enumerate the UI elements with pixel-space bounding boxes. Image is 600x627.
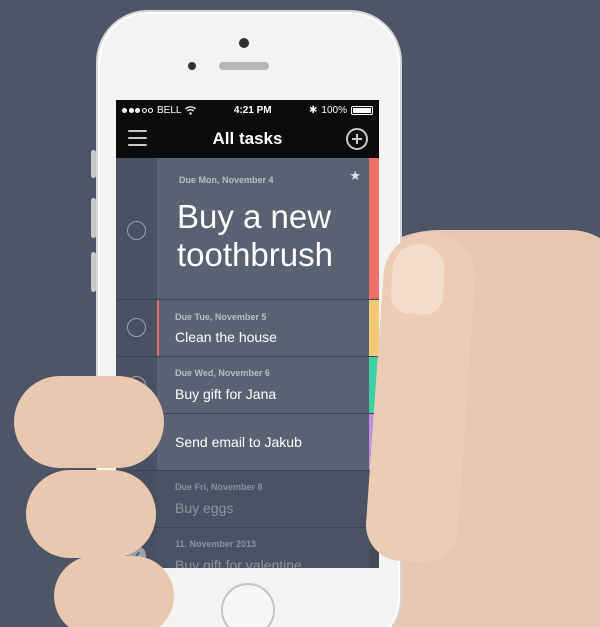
star-icon[interactable]: ★ xyxy=(349,168,361,184)
middle-finger xyxy=(26,470,156,558)
task-title: Buy a new toothbrush xyxy=(177,198,333,273)
task-due-date: Due Wed, November 6 xyxy=(175,368,270,378)
mute-switch xyxy=(91,150,96,178)
earpiece-speaker xyxy=(219,62,269,70)
wifi-icon xyxy=(185,105,197,115)
signal-icon xyxy=(122,107,153,113)
checkbox-circle[interactable] xyxy=(127,318,146,337)
thumb-nail xyxy=(389,242,447,316)
task-due-date: Due Fri, November 8 xyxy=(175,482,263,492)
phone-screen: BELL 4:21 PM ✱ 100% All tasks Due Mon, N… xyxy=(116,100,379,568)
task-title: Buy eggs xyxy=(175,500,234,516)
task-item[interactable]: Due Mon, November 4 ★ Buy a new toothbru… xyxy=(116,158,379,300)
status-bar: BELL 4:21 PM ✱ 100% xyxy=(116,100,379,120)
battery-label: 100% xyxy=(321,104,347,116)
task-due-date: Due Tue, November 5 xyxy=(175,312,267,322)
task-due-date: Due Mon, November 4 xyxy=(179,175,274,185)
selected-indicator xyxy=(157,300,159,356)
plus-circle-icon[interactable] xyxy=(346,128,368,150)
task-title: Buy gift for valentine xyxy=(175,557,302,568)
carrier-label: BELL xyxy=(157,104,182,116)
status-time: 4:21 PM xyxy=(233,104,272,116)
status-right: ✱ 100% xyxy=(309,105,373,116)
task-title: Send email to Jakub xyxy=(175,434,302,450)
task-title: Clean the house xyxy=(175,329,277,345)
status-left: BELL xyxy=(122,104,197,116)
task-due-date: 11. November 2013 xyxy=(175,539,257,549)
nav-bar: All tasks xyxy=(116,120,379,158)
proximity-sensor xyxy=(188,62,196,70)
volume-up-button xyxy=(91,198,96,238)
front-camera xyxy=(239,38,249,48)
bluetooth-icon: ✱ xyxy=(309,104,318,116)
task-title: Buy gift for Jana xyxy=(175,386,277,402)
ring-finger xyxy=(54,556,174,627)
task-item[interactable]: Due Tue, November 5 Clean the house xyxy=(116,300,379,357)
battery-icon xyxy=(350,105,373,115)
checkbox-circle[interactable] xyxy=(127,221,146,240)
page-title: All tasks xyxy=(212,129,283,148)
task-color-bar xyxy=(369,158,379,299)
index-finger xyxy=(14,376,164,468)
volume-down-button xyxy=(91,252,96,292)
